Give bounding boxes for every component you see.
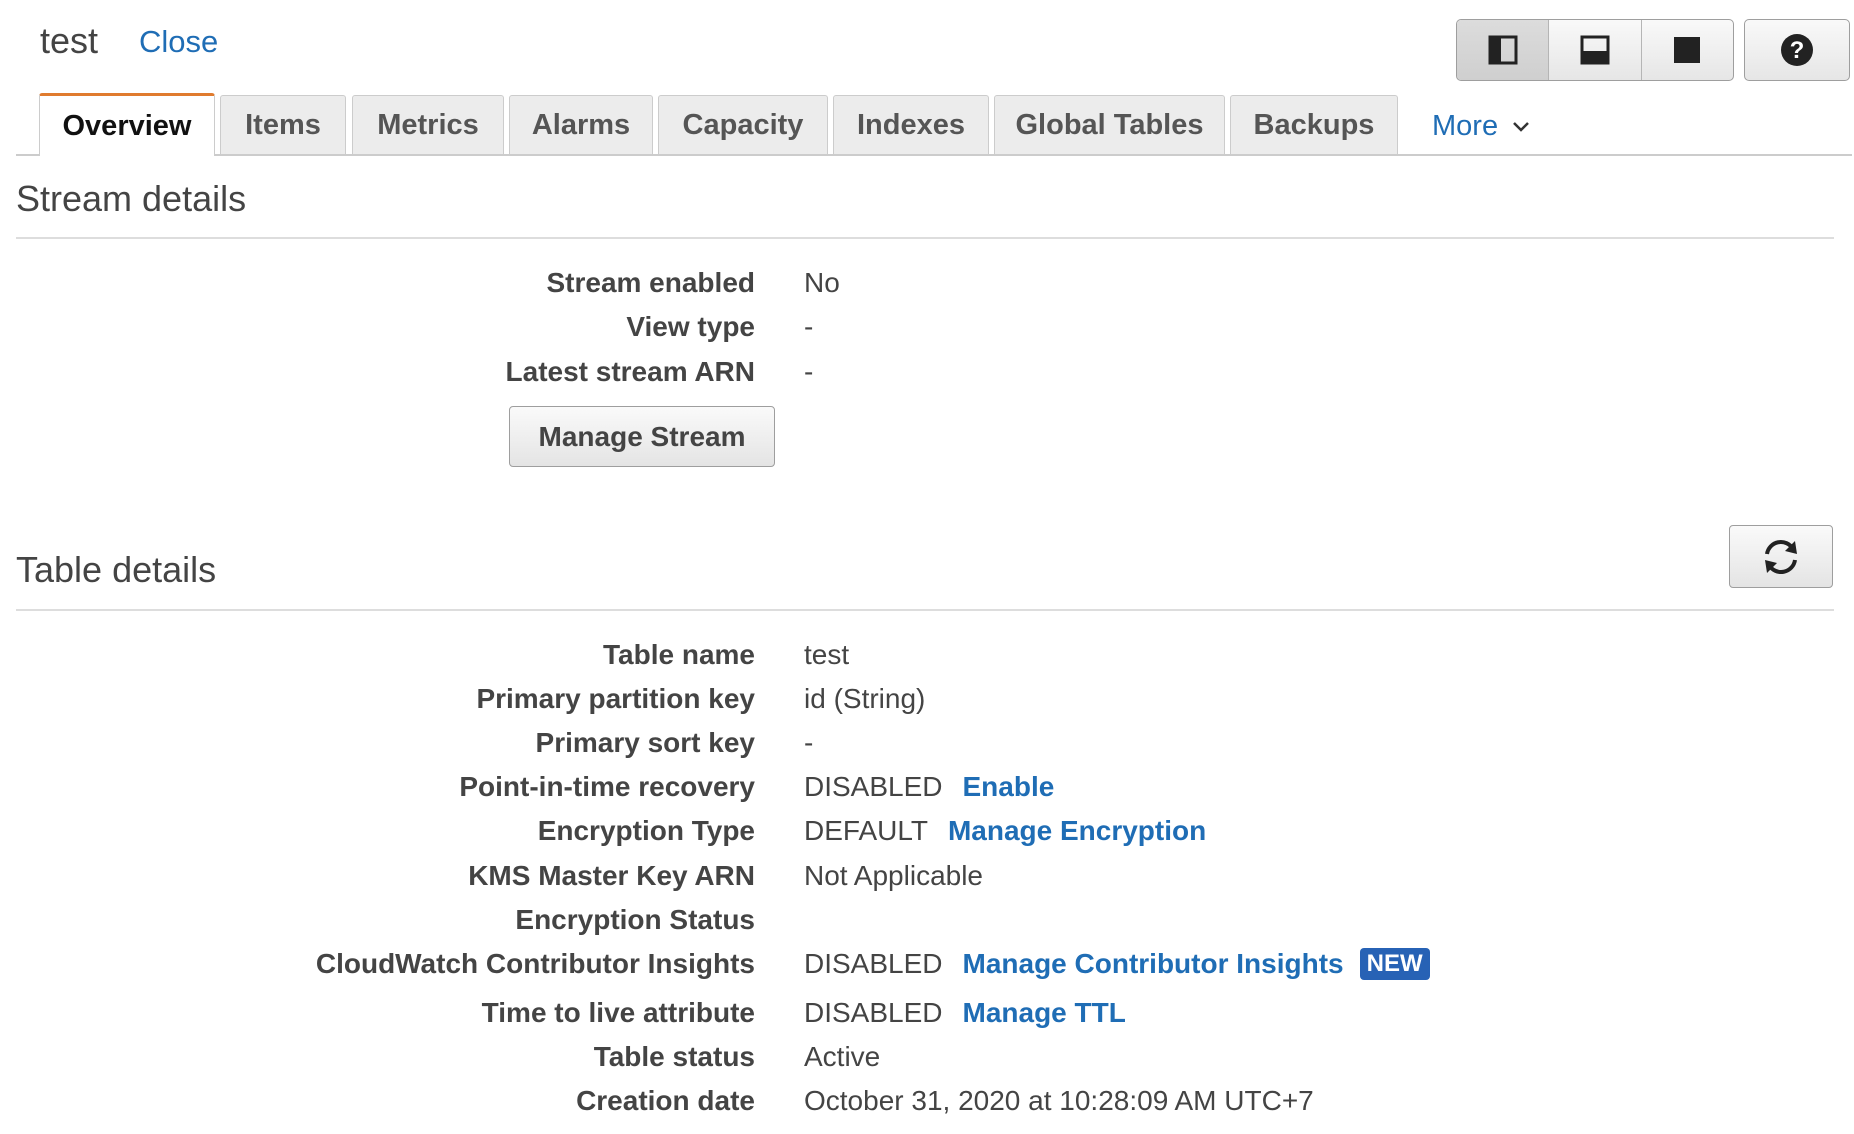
split-vertical-icon xyxy=(1488,35,1518,65)
latest-stream-arn-label: Latest stream ARN xyxy=(505,356,755,387)
point-in-time-recovery-label: Point-in-time recovery xyxy=(459,771,755,802)
kms-master-key-arn-value: Not Applicable xyxy=(804,860,984,891)
view-type-value: - xyxy=(804,311,814,342)
ttl-attribute-row: DISABLED Manage TTL xyxy=(804,997,1126,1029)
full-view-button[interactable] xyxy=(1642,20,1733,80)
stream-details-rule xyxy=(16,237,1834,239)
tab-capacity[interactable]: Capacity xyxy=(658,95,828,154)
table-name-value: test xyxy=(804,639,850,670)
svg-text:?: ? xyxy=(1790,37,1805,64)
tab-metrics[interactable]: Metrics xyxy=(352,95,504,154)
stream-enabled-value: No xyxy=(804,267,840,298)
encryption-type-label: Encryption Type xyxy=(537,815,755,846)
point-in-time-recovery-value: DISABLED xyxy=(804,771,943,802)
table-details-rule xyxy=(16,609,1834,611)
creation-date-value: October 31, 2020 at 10:28:09 AM UTC+7 xyxy=(804,1085,1314,1116)
tabs-baseline xyxy=(16,154,1852,156)
contributor-insights-label: CloudWatch Contributor Insights xyxy=(315,948,755,979)
view-type-label: View type xyxy=(626,311,755,342)
encryption-type-value: DEFAULT xyxy=(804,815,928,846)
close-link[interactable]: Close xyxy=(139,24,218,60)
latest-stream-arn-value: - xyxy=(804,356,814,387)
help-button[interactable]: ? xyxy=(1744,19,1850,81)
tab-indexes[interactable]: Indexes xyxy=(833,95,989,154)
tab-items[interactable]: Items xyxy=(220,95,346,154)
table-status-value: Active xyxy=(804,1041,881,1072)
tab-overview[interactable]: Overview xyxy=(39,93,215,156)
split-vertical-button[interactable] xyxy=(1457,20,1550,80)
encryption-status-label: Encryption Status xyxy=(515,904,755,935)
ttl-attribute-value: DISABLED xyxy=(804,997,943,1028)
tab-global-tables[interactable]: Global Tables xyxy=(994,95,1225,154)
refresh-icon xyxy=(1765,539,1797,574)
chevron-down-icon xyxy=(1513,121,1529,132)
new-badge: NEW xyxy=(1359,948,1430,980)
point-in-time-recovery-row: DISABLED Enable xyxy=(804,771,1054,803)
primary-partition-key-value: id (String) xyxy=(804,683,926,714)
kms-master-key-arn-label: KMS Master Key ARN xyxy=(468,860,755,891)
manage-ttl-link[interactable]: Manage TTL xyxy=(963,997,1126,1029)
tab-more[interactable]: More xyxy=(1432,110,1530,143)
manage-encryption-link[interactable]: Manage Encryption xyxy=(948,815,1206,847)
tab-alarms[interactable]: Alarms xyxy=(509,95,653,154)
split-horizontal-icon xyxy=(1580,35,1610,65)
manage-contributor-insights-link[interactable]: Manage Contributor Insights xyxy=(963,948,1344,980)
split-horizontal-button[interactable] xyxy=(1549,20,1642,80)
table-details-title: Table details xyxy=(16,549,217,590)
stream-details-title: Stream details xyxy=(16,178,247,219)
page-title: test xyxy=(40,20,99,61)
enable-pitr-link[interactable]: Enable xyxy=(963,771,1055,803)
creation-date-label: Creation date xyxy=(576,1085,755,1116)
view-mode-group xyxy=(1456,19,1734,81)
tab-more-label: More xyxy=(1432,110,1499,142)
table-name-label: Table name xyxy=(603,639,755,670)
tab-backups[interactable]: Backups xyxy=(1230,95,1398,154)
contributor-insights-row: DISABLED Manage Contributor Insights NEW xyxy=(804,948,1430,980)
help-icon: ? xyxy=(1781,34,1813,66)
primary-partition-key-label: Primary partition key xyxy=(476,683,755,714)
ttl-attribute-label: Time to live attribute xyxy=(481,997,755,1028)
stream-enabled-label: Stream enabled xyxy=(546,267,755,298)
encryption-type-row: DEFAULT Manage Encryption xyxy=(804,815,1206,847)
primary-sort-key-label: Primary sort key xyxy=(535,727,755,758)
contributor-insights-value: DISABLED xyxy=(804,948,943,979)
full-view-icon xyxy=(1674,37,1701,63)
primary-sort-key-value: - xyxy=(804,727,814,758)
refresh-button[interactable] xyxy=(1729,525,1833,588)
manage-stream-button[interactable]: Manage Stream xyxy=(509,406,775,467)
table-status-label: Table status xyxy=(593,1041,755,1072)
